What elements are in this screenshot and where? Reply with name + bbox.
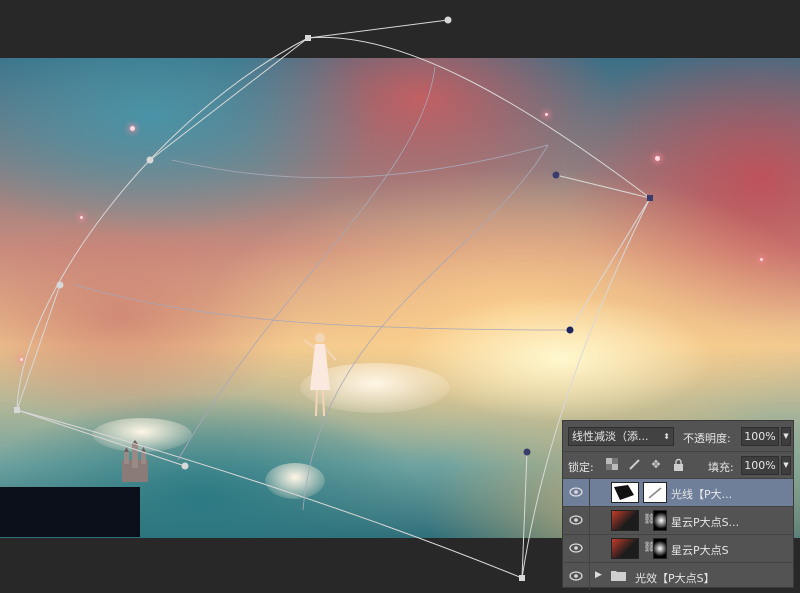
castle-illustration [122,440,148,482]
layer-name: 星云P大点S... [671,516,740,529]
layer-group-row[interactable]: ▶ 光效【P大点S】 [563,563,793,590]
fill-label: 填充: [708,461,734,474]
layer-thumbnail[interactable] [611,482,639,503]
folder-icon [611,571,626,581]
eye-icon[interactable] [569,514,583,526]
warp-anchor-point[interactable] [14,407,20,413]
girl-figure [303,333,337,417]
opacity-input[interactable]: 100% [741,427,779,446]
opacity-slider-arrow-icon[interactable]: ▼ [781,427,791,446]
warp-handle-point[interactable] [56,281,64,289]
brush-lock-icon[interactable] [627,458,641,472]
star-glow [130,126,135,131]
column-divider [589,535,590,562]
warp-anchor-point[interactable] [647,195,653,201]
warp-handle-point[interactable] [146,156,154,164]
blend-mode-dropdown[interactable]: 线性减淡（添... ⬍ [568,427,674,446]
warp-handle-point[interactable] [444,16,452,24]
warp-anchor-point[interactable] [519,575,525,581]
warp-handle-point[interactable] [566,326,574,334]
layer-thumbnail[interactable] [611,510,639,531]
updown-arrow-icon: ⬍ [663,432,670,441]
opacity-label: 不透明度: [683,432,731,445]
lock-label: 锁定: [568,461,594,474]
layer-name: 星云P大点S [671,544,729,557]
layer-name: 光效【P大点S】 [635,572,715,585]
warp-anchor-point[interactable] [305,35,311,41]
fill-input[interactable]: 100% [741,456,779,475]
fill-slider-arrow-icon[interactable]: ▼ [781,456,791,475]
column-divider [589,479,590,506]
blend-mode-value: 线性减淡（添... [572,430,649,443]
layer-thumbnail[interactable] [611,538,639,559]
layer-mask-thumbnail[interactable] [643,482,667,503]
dark-canvas-patch [0,487,140,537]
layer-row[interactable]: ⛓ 星云P大点S... [563,507,793,535]
warp-handle-point[interactable] [181,462,189,470]
checkerboard-lock-icon[interactable] [605,458,619,472]
lock-fill-row: 锁定: ✥ 填充: 100% ▼ [563,452,793,479]
blend-opacity-row: 线性减淡（添... ⬍ 不透明度: 100% ▼ [563,421,793,452]
layer-row[interactable]: ⛓ 星云P大点S [563,535,793,563]
star-glow [655,156,660,161]
column-divider [589,507,590,534]
padlock-icon[interactable] [671,458,685,472]
layer-mask-thumbnail[interactable] [653,538,667,559]
layer-mask-thumbnail[interactable] [653,510,667,531]
layer-row[interactable]: 光线【P大... [563,479,793,507]
warp-handle-point[interactable] [523,448,531,456]
star-glow [545,113,548,116]
column-divider [589,563,590,590]
layer-name: 光线【P大... [671,488,733,501]
warp-handle-point[interactable] [552,171,560,179]
expand-arrow-icon[interactable]: ▶ [595,570,602,580]
star-glow [20,358,23,361]
eye-icon[interactable] [569,542,583,554]
cloud [265,463,325,499]
eye-icon[interactable] [569,570,583,582]
star-glow [760,258,763,261]
photoshop-workspace: 线性减淡（添... ⬍ 不透明度: 100% ▼ 锁定: ✥ 填充: 100% … [0,0,800,593]
star-glow [80,216,83,219]
move-lock-icon[interactable]: ✥ [649,458,663,472]
layers-panel: 线性减淡（添... ⬍ 不透明度: 100% ▼ 锁定: ✥ 填充: 100% … [562,420,794,590]
eye-icon[interactable] [569,486,583,498]
